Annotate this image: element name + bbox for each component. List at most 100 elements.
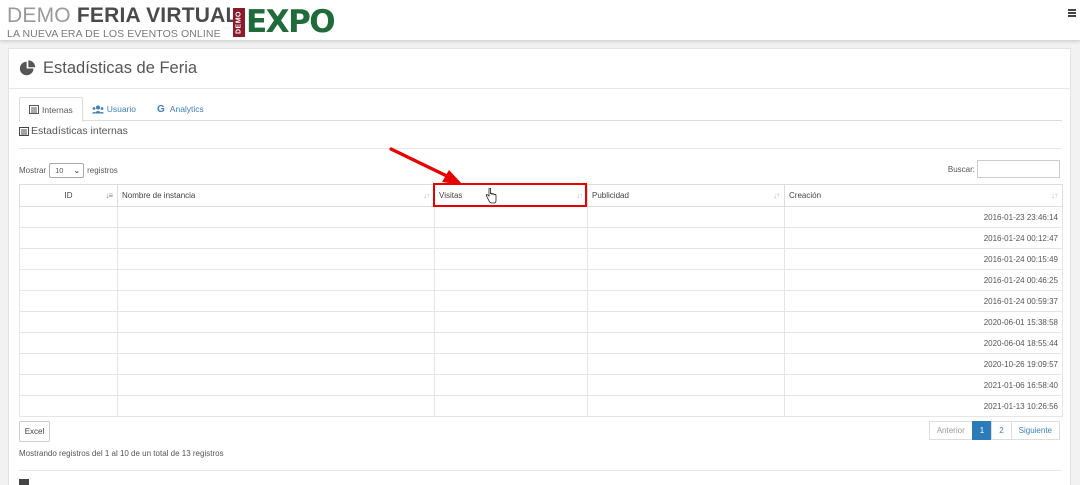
search-input[interactable] [977, 160, 1060, 178]
column-label: Visitas [439, 191, 463, 200]
table-header-row: ID ↓≡ Nombre de instancia ↓↑ Visitas ↓↑ … [19, 184, 1063, 207]
table-cell-name [117, 395, 435, 417]
table-row: 2020-06-04 18:55:44 [19, 332, 1063, 354]
table-row: 2016-01-24 00:46:25 [19, 269, 1063, 291]
column-label: Publicidad [592, 191, 629, 200]
table-cell-visits [434, 206, 588, 228]
brand-logo[interactable]: DEMO FERIA VIRTUAL LA NUEVA ERA DE LOS E… [7, 5, 239, 40]
pagination-page-2[interactable]: 2 [991, 421, 1012, 440]
table-cell-name [117, 227, 435, 249]
section-title: Estadísticas internas [19, 125, 128, 137]
table-cell-id [19, 290, 118, 312]
table-row: 2016-01-24 00:15:49 [19, 248, 1063, 270]
tab-analytics[interactable]: G Analytics [148, 97, 213, 121]
list-icon [29, 105, 39, 114]
table-cell-ads [587, 311, 785, 333]
table-cell-visits [434, 311, 588, 333]
table-cell-visits [434, 374, 588, 396]
brand-name-text: FERIA VIRTUAL [76, 4, 239, 27]
table-cell-visits [434, 227, 588, 249]
table-cell-id [19, 395, 118, 417]
brand-tagline: LA NUEVA ERA DE LOS EVENTOS ONLINE [7, 28, 221, 40]
sort-asc-icon: ↓≡ [105, 191, 113, 200]
table-body: 2016-01-23 23:46:14 2016-01-24 00:12:47 20… [19, 206, 1063, 417]
table-cell-created: 2021-01-13 10:26:56 [784, 395, 1063, 417]
brand-demo-text: DEMO [7, 4, 77, 27]
google-icon: G [157, 103, 165, 115]
top-bar: DEMO FERIA VIRTUAL LA NUEVA ERA DE LOS E… [0, 0, 1080, 41]
page-length-select[interactable]: 10 ⌄ [49, 163, 85, 178]
table-cell-ads [587, 206, 785, 228]
table-cell-id [19, 206, 118, 228]
sort-icon: ↓↑ [1051, 191, 1058, 200]
column-header-visits[interactable]: Visitas ↓↑ [434, 184, 588, 207]
table-cell-visits [434, 290, 588, 312]
table-cell-visits [434, 332, 588, 354]
page-title: Estadísticas de Feria [43, 59, 198, 77]
search-label: Buscar: [947, 164, 975, 174]
table-cell-name [117, 206, 435, 228]
pagination-page-1[interactable]: 1 [971, 421, 993, 440]
stats-tabs: Internas Usuario G Analytics [19, 97, 1062, 122]
table-cell-id [19, 311, 118, 333]
sort-icon: ↓↑ [423, 191, 430, 200]
table-cell-id [19, 332, 118, 354]
table-cell-ads [587, 395, 785, 417]
hamburger-menu-icon[interactable] [1068, 9, 1076, 17]
column-header-created[interactable]: Creación ↓↑ [784, 184, 1063, 207]
table-row: 2021-01-06 16:58:40 [19, 374, 1063, 396]
pie-chart-icon [19, 60, 36, 76]
list-icon [19, 479, 29, 485]
table-cell-name [117, 290, 435, 312]
next-section-heading [19, 479, 29, 485]
table-row: 2021-01-13 10:26:56 [19, 395, 1063, 417]
table-cell-ads [587, 374, 785, 396]
table-row: 2016-01-24 00:59:37 [19, 290, 1063, 312]
list-icon [19, 126, 29, 136]
table-cell-visits [434, 269, 588, 291]
table-row: 2016-01-24 00:12:47 [19, 227, 1063, 249]
pagination: Anterior 1 2 Siguiente [928, 421, 1060, 440]
table-cell-created: 2021-01-06 16:58:40 [784, 374, 1063, 396]
expo-demo-badge: DEMO [233, 7, 245, 37]
table-cell-ads [587, 353, 785, 375]
sort-icon: ↓↑ [576, 191, 583, 200]
divider [19, 470, 1062, 471]
table-info-text: Mostrando registros del 1 al 10 de un to… [19, 449, 224, 458]
panel-header: Estadísticas de Feria [9, 49, 1070, 89]
table-cell-created: 2020-10-26 19:09:57 [784, 353, 1063, 375]
tab-usuario[interactable]: Usuario [83, 97, 145, 121]
table-cell-id [19, 374, 118, 396]
stats-table: ID ↓≡ Nombre de instancia ↓↑ Visitas ↓↑ … [19, 184, 1063, 417]
stats-panel: Estadísticas de Feria Internas Usuario G… [8, 48, 1071, 485]
column-header-name[interactable]: Nombre de instancia ↓↑ [117, 184, 435, 207]
table-cell-visits [434, 248, 588, 270]
table-row: 2016-01-23 23:46:14 [19, 206, 1063, 228]
tab-internas[interactable]: Internas [19, 97, 83, 122]
expo-logo: DEMO EXPO [233, 6, 336, 38]
table-cell-visits [434, 353, 588, 375]
table-cell-name [117, 248, 435, 270]
column-header-id[interactable]: ID ↓≡ [19, 184, 118, 207]
table-cell-name [117, 332, 435, 354]
page-length-value: 10 [55, 166, 64, 175]
table-cell-id [19, 269, 118, 291]
table-cell-id [19, 248, 118, 270]
table-cell-ads [587, 290, 785, 312]
column-label: ID [64, 191, 73, 200]
column-header-ads[interactable]: Publicidad ↓↑ [587, 184, 785, 207]
pagination-prev[interactable]: Anterior [928, 421, 973, 440]
excel-export-button[interactable]: Excel [19, 421, 50, 442]
pagination-next[interactable]: Siguiente [1010, 421, 1060, 440]
table-cell-ads [587, 227, 785, 249]
table-cell-created: 2016-01-24 00:15:49 [784, 248, 1063, 270]
column-label: Nombre de instancia [122, 191, 196, 200]
table-cell-created: 2016-01-23 23:46:14 [784, 206, 1063, 228]
table-cell-id [19, 227, 118, 249]
page-length-control: Mostrar 10 ⌄ registros [19, 163, 118, 178]
table-cell-name [117, 374, 435, 396]
table-cell-ads [587, 248, 785, 270]
table-cell-visits [434, 395, 588, 417]
table-cell-created: 2020-06-01 15:38:58 [784, 311, 1063, 333]
tab-label: Usuario [106, 104, 137, 114]
